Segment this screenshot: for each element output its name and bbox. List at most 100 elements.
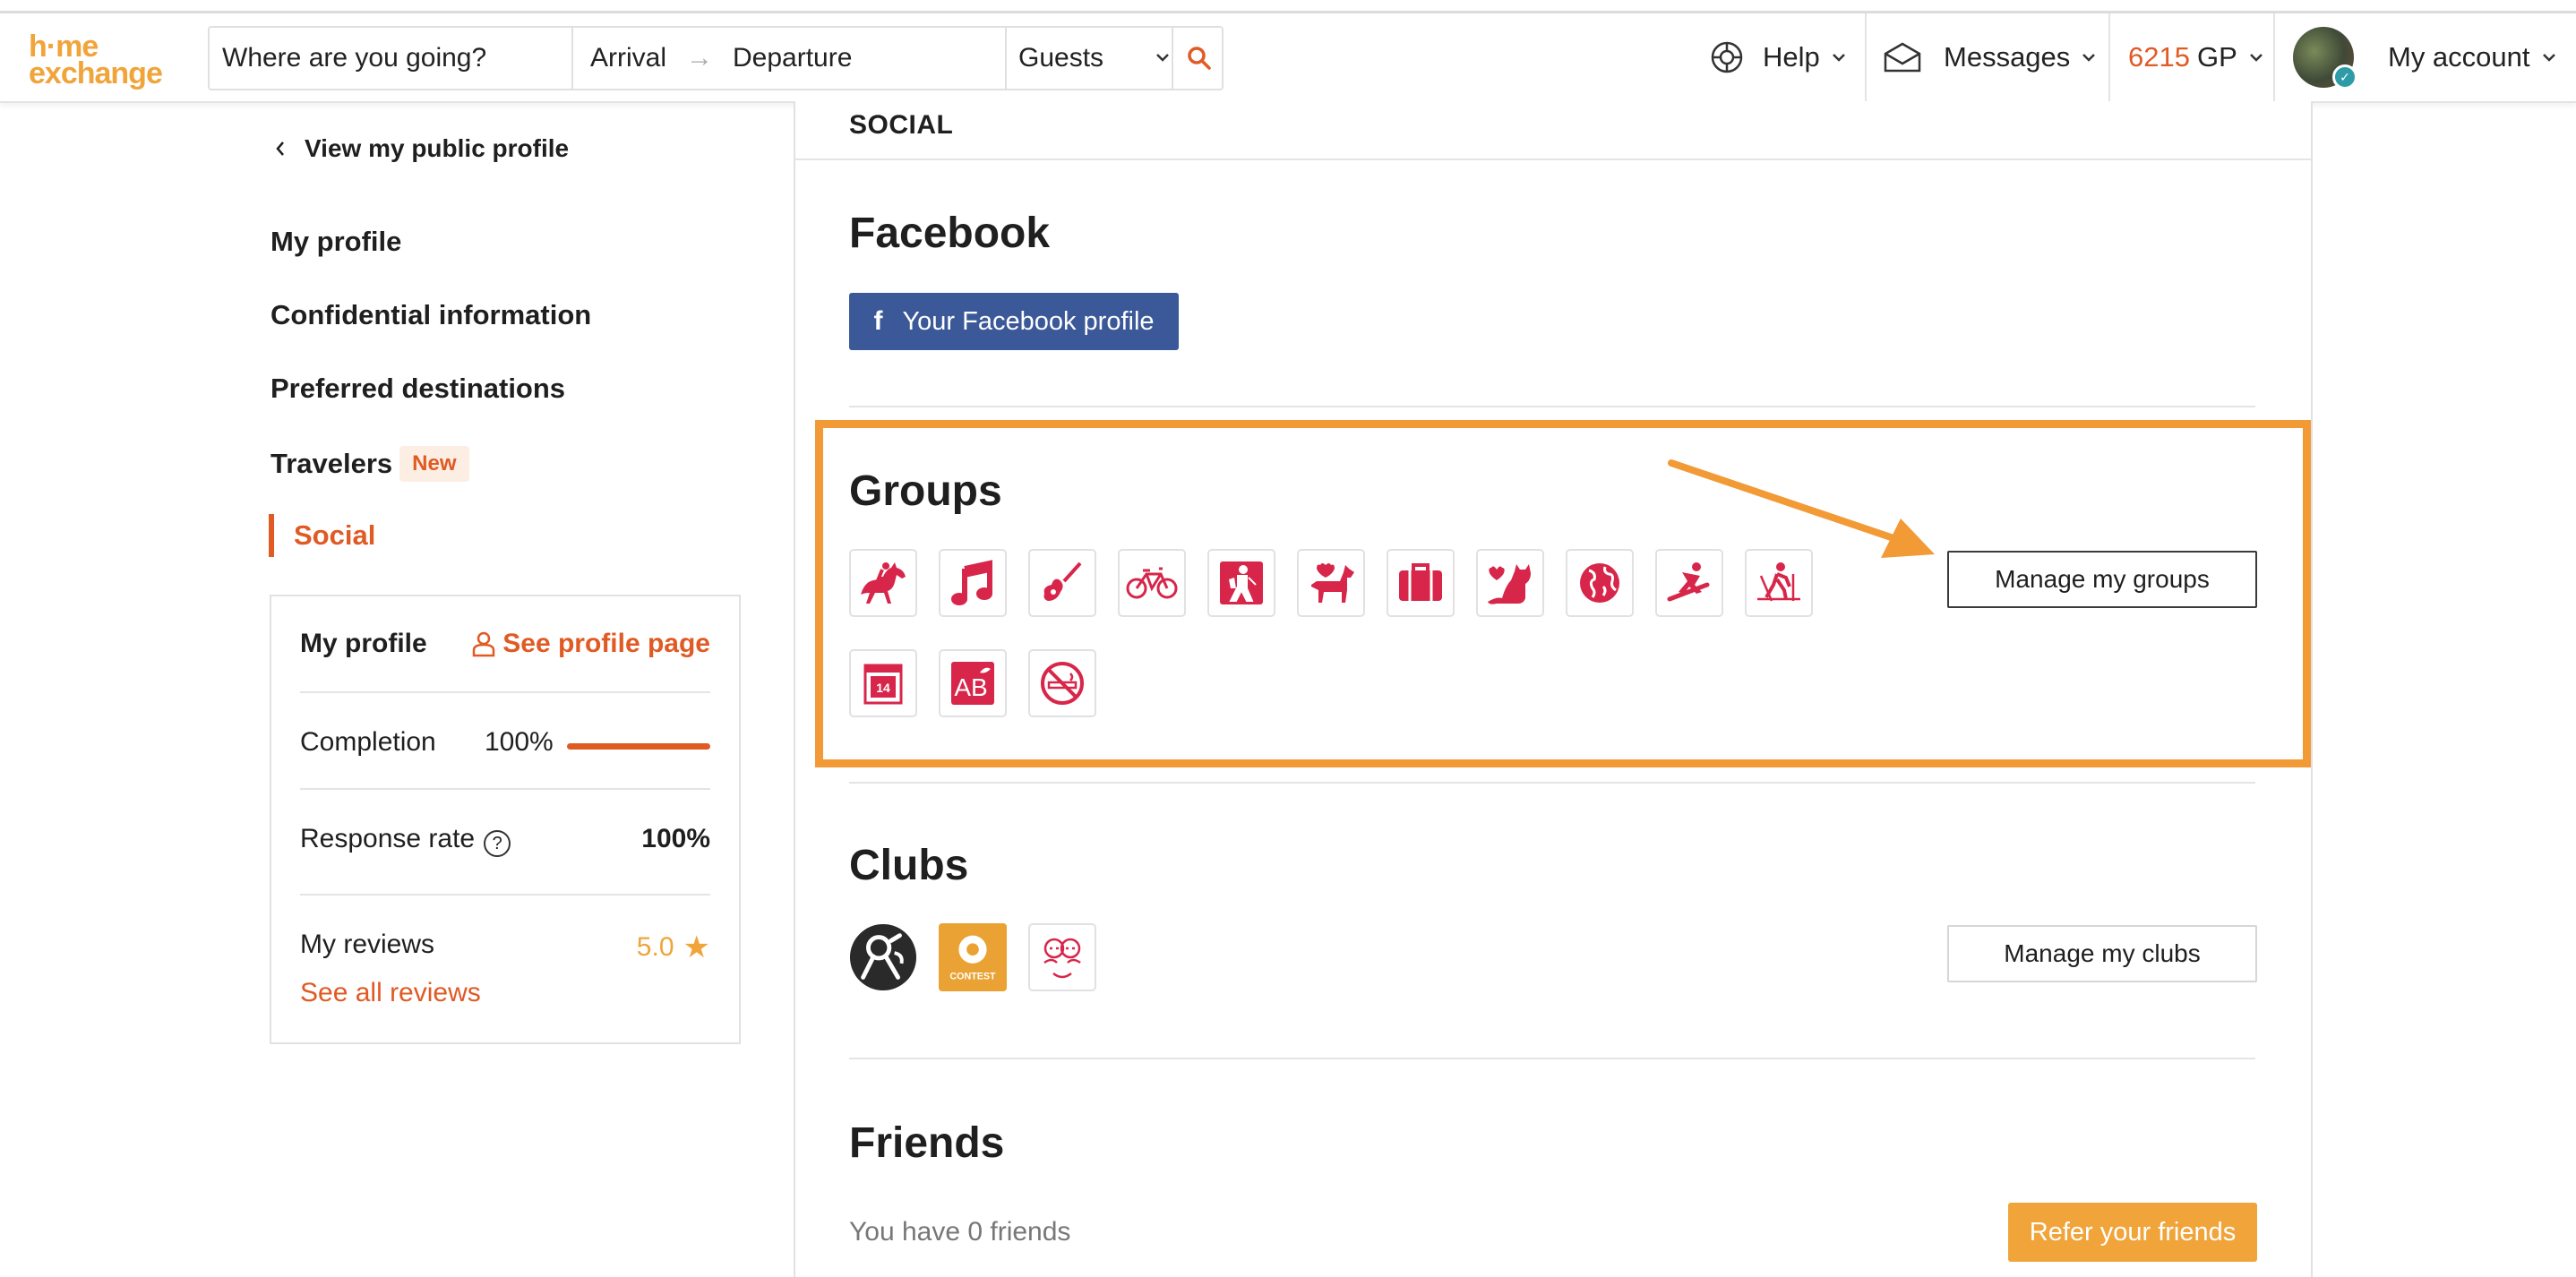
completion-progress-bar [567,743,710,750]
guest-points-menu[interactable]: 6215 GP [2128,13,2264,101]
active-indicator [269,514,274,557]
date-range-picker[interactable]: Arrival → Departure [590,28,1011,89]
sidebar-item-label: Travelers [270,448,393,479]
completion-value: 100% [485,727,554,757]
avatar[interactable]: ✓ [2293,27,2357,90]
groups-heading: Groups [849,467,1002,515]
sidebar-item-travelers[interactable]: Travelers New [270,446,469,482]
section-divider [849,782,2255,784]
profile-summary-card: My profile See profile page Completion 1… [270,595,741,1044]
guest-points-unit: GP [2196,41,2237,73]
profile-card-title: My profile [300,629,427,658]
contest-label: CONTEST [949,971,996,981]
globe-icon[interactable] [1566,549,1634,617]
destination-placeholder: Where are you going? [222,43,487,73]
see-profile-page-link[interactable]: See profile page [472,629,710,659]
search-bar: Where are you going? Arrival → Departure… [208,26,1224,90]
see-all-reviews-link[interactable]: See all reviews [300,978,481,1007]
reviews-rating: 5.0 ★ [637,930,710,965]
no-smoking-icon[interactable] [1028,649,1096,717]
search-divider [571,28,573,89]
friends-count-text: You have 0 friends [849,1217,1071,1247]
facebook-profile-button[interactable]: f Your Facebook profile [849,293,1179,350]
guest-points-value: 6215 [2128,41,2190,73]
date-arrow-icon: → [686,43,714,73]
arrival-field[interactable]: Arrival [590,43,666,73]
messages-label: Messages [1944,41,2071,73]
social-settings-panel: SOCIAL Facebook f Your Facebook profile … [794,101,2313,1277]
sidebar-item-confidential-information[interactable]: Confidential information [270,299,591,331]
section-divider [795,159,2311,160]
hiking-icon[interactable] [1207,549,1275,617]
family-club-icon[interactable] [1028,923,1096,991]
help-label: Help [1763,41,1820,73]
search-button[interactable] [1177,28,1222,89]
view-public-profile-link[interactable]: View my public profile [274,134,569,163]
header-divider [1865,13,1867,101]
completion-row: Completion 100% [300,727,710,758]
horse-riding-icon[interactable] [849,549,917,617]
section-title: SOCIAL [849,110,954,140]
profile-card-header: My profile See profile page [300,629,710,659]
messages-menu[interactable]: Messages [1883,13,2097,101]
chevron-left-icon [276,141,284,156]
sidebar-item-preferred-destinations[interactable]: Preferred destinations [270,373,565,405]
reviews-row: My reviews 5.0 ★ [300,930,710,964]
account-menu[interactable]: ✓ My account [2293,13,2557,101]
bicycle-icon[interactable] [1118,549,1186,617]
annotation-arrow-icon [1668,459,1935,558]
calendar-day-number: 14 [876,681,890,695]
help-question-icon[interactable]: ? [484,829,511,857]
music-note-icon[interactable] [939,549,1007,617]
sidebar-item-label: My profile [270,226,402,257]
help-menu[interactable]: Help [1709,13,1847,101]
sidebar-item-social[interactable]: Social [294,519,375,552]
manage-clubs-button[interactable]: Manage my clubs [1947,925,2257,982]
suitcase-icon[interactable] [1387,549,1455,617]
calendar-icon[interactable]: 14 [849,649,917,717]
envelope-icon [1884,42,1921,73]
star-icon: ★ [683,930,710,964]
guests-select[interactable]: Guests [1018,28,1171,89]
chevron-down-icon [2249,54,2263,62]
friends-heading: Friends [849,1119,1005,1167]
chevron-down-icon [2542,54,2555,62]
gastronomy-club-icon[interactable] [849,923,917,991]
see-profile-page-label: See profile page [502,629,710,658]
user-icon [473,631,495,657]
departure-field[interactable]: Departure [733,43,852,73]
organic-ab-icon[interactable]: AB [939,649,1007,717]
sidebar-item-my-profile[interactable]: My profile [270,226,401,258]
contest-club-icon[interactable]: CONTEST [939,923,1007,991]
guitar-icon[interactable] [1028,549,1096,617]
header-divider [2273,13,2275,101]
dog-icon[interactable] [1297,549,1365,617]
response-rate-value: 100% [641,824,710,853]
header-divider [2108,13,2110,101]
sidebar-item-label: Social [294,519,376,551]
window-top-edge [0,0,2576,13]
cat-icon[interactable] [1476,549,1544,617]
facebook-button-label: Your Facebook profile [902,306,1155,336]
chevron-down-icon [2082,54,2096,62]
new-badge: New [399,446,469,482]
card-divider [300,691,710,693]
destination-input[interactable]: Where are you going? [222,28,562,89]
completion-label: Completion [300,727,436,757]
facebook-heading: Facebook [849,210,1051,257]
search-divider [1005,28,1007,89]
organic-ab-text: AB [954,673,987,701]
guests-label: Guests [1018,43,1104,73]
response-rate-label: Response rate [300,824,476,853]
search-icon [1188,47,1211,70]
response-rate-row: Response rate? 100% [300,824,710,857]
homeexchange-logo[interactable]: h·me exchange [27,30,179,92]
manage-groups-button[interactable]: Manage my groups [1947,551,2257,608]
chevron-down-icon [1156,54,1169,62]
section-divider [849,1058,2255,1059]
refer-friends-button[interactable]: Refer your friends [2008,1203,2257,1262]
card-divider [300,788,710,790]
top-header: h·me exchange Where are you going? Arriv… [0,13,2576,103]
chevron-down-icon [1832,54,1845,62]
section-divider [849,406,2255,407]
